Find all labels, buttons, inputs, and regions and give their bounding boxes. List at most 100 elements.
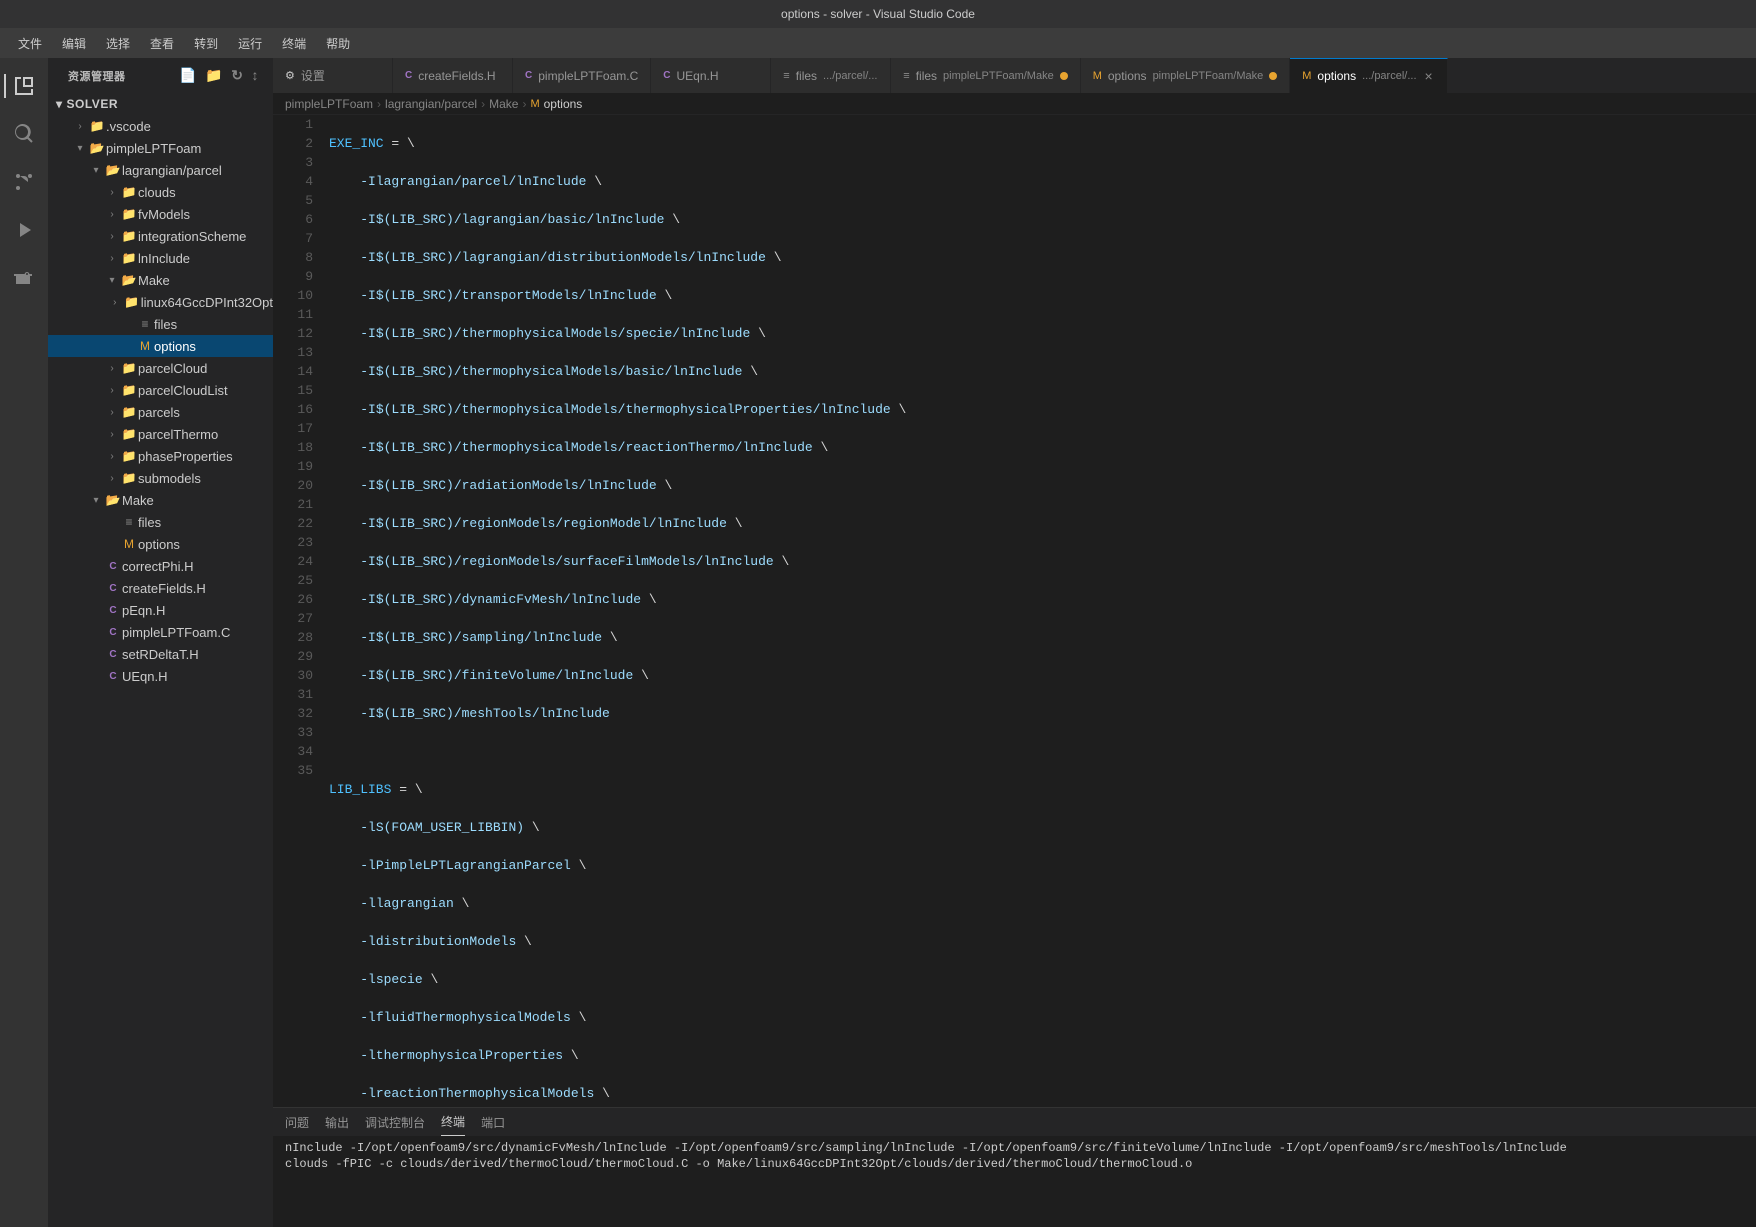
breadcrumb-options[interactable]: options xyxy=(544,97,583,111)
panel-tab-problems[interactable]: 问题 xyxy=(285,1108,309,1136)
tree-item-pimpleLPTFoamC[interactable]: C pimpleLPTFoam.C xyxy=(48,621,273,643)
tree-item-make-solver[interactable]: ▾ 📂 Make xyxy=(48,489,273,511)
tab-createFields-label: createFields.H xyxy=(418,69,495,83)
panel-tab-terminal[interactable]: 终端 xyxy=(441,1108,465,1136)
title-text: options - solver - Visual Studio Code xyxy=(781,7,975,21)
refresh-icon[interactable]: ↻ xyxy=(229,65,245,86)
menu-help[interactable]: 帮助 xyxy=(318,31,358,56)
tree-item-files-solver[interactable]: ≡ files xyxy=(48,511,273,533)
options-parcel-icon: M xyxy=(136,339,154,353)
menu-select[interactable]: 选择 xyxy=(98,31,138,56)
tree-item-fvModels[interactable]: › 📁 fvModels xyxy=(48,203,273,225)
createFields-tab-icon: C xyxy=(405,70,412,81)
menu-file[interactable]: 文件 xyxy=(10,31,50,56)
linux64-arrow-icon: › xyxy=(107,297,123,308)
tree-item-pEqn[interactable]: C pEqn.H xyxy=(48,599,273,621)
tree-item-setRDeltaT[interactable]: C setRDeltaT.H xyxy=(48,643,273,665)
collapse-icon[interactable]: ↕ xyxy=(250,65,262,86)
tree-item-clouds[interactable]: › 📁 clouds xyxy=(48,181,273,203)
tree-item-make-parcel[interactable]: ▾ 📂 Make xyxy=(48,269,273,291)
parcelCloud-folder-icon: 📁 xyxy=(120,361,138,375)
breadcrumb-pimpleLPTFoam[interactable]: pimpleLPTFoam xyxy=(285,97,373,111)
tree-item-UEqn[interactable]: C UEqn.H xyxy=(48,665,273,687)
menu-edit[interactable]: 编辑 xyxy=(54,31,94,56)
tab-UEqn[interactable]: C UEqn.H xyxy=(651,58,771,93)
sidebar: 资源管理器 📄 📁 ↻ ↕ ▾ SOLVER › 📁 .vscode xyxy=(48,58,273,1227)
ln-12: 12 xyxy=(273,324,313,343)
tree-item-pimpleLPTFoam[interactable]: ▾ 📂 pimpleLPTFoam xyxy=(48,137,273,159)
panel-tab-debug[interactable]: 调试控制台 xyxy=(365,1108,425,1136)
panel-tabs: 问题 输出 调试控制台 终端 端口 xyxy=(273,1108,1756,1136)
menu-terminal[interactable]: 终端 xyxy=(274,31,314,56)
ln-3: 3 xyxy=(273,153,313,172)
tree-item-correctPhi[interactable]: C correctPhi.H xyxy=(48,555,273,577)
line-numbers: 1 2 3 4 5 6 7 8 9 10 11 12 13 14 15 16 1… xyxy=(273,115,321,1107)
tree-item-lagrangian[interactable]: ▾ 📂 lagrangian/parcel xyxy=(48,159,273,181)
ln-23: 23 xyxy=(273,533,313,552)
tab-files-solver-label: files xyxy=(916,69,937,83)
code-line-8: -I$(LIB_SRC)/thermophysicalModels/thermo… xyxy=(329,400,1756,419)
solver-label: SOLVER xyxy=(67,97,118,111)
tree-item-parcelThermo[interactable]: › 📁 parcelThermo xyxy=(48,423,273,445)
tree-item-createFields[interactable]: C createFields.H xyxy=(48,577,273,599)
tree-item-options-parcel[interactable]: M options xyxy=(48,335,273,357)
new-file-icon[interactable]: 📄 xyxy=(177,65,199,86)
tab-options-solver-modified-dot xyxy=(1269,72,1277,80)
menu-run[interactable]: 运行 xyxy=(230,31,270,56)
ln-2: 2 xyxy=(273,134,313,153)
parcelThermo-folder-icon: 📁 xyxy=(120,427,138,441)
code-editor[interactable]: 1 2 3 4 5 6 7 8 9 10 11 12 13 14 15 16 1… xyxy=(273,115,1756,1107)
linux64-folder-icon: 📁 xyxy=(123,295,141,309)
terminal-content[interactable]: nInclude -I/opt/openfoam9/src/dynamicFvM… xyxy=(273,1136,1756,1227)
code-content[interactable]: EXE_INC = \ -Ilagrangian/parcel/lnInclud… xyxy=(321,115,1756,1107)
explorer-activity-icon[interactable] xyxy=(4,66,44,106)
solver-section-header[interactable]: ▾ SOLVER xyxy=(48,93,273,115)
activity-bar xyxy=(0,58,48,1227)
pimpleLPTFoam-arrow-icon: ▾ xyxy=(72,143,88,154)
pimpleLPTFoam-folder-icon: 📂 xyxy=(88,141,106,155)
search-activity-icon[interactable] xyxy=(4,114,44,154)
tree-item-files-parcel[interactable]: ≡ files xyxy=(48,313,273,335)
tab-files-parcel[interactable]: ≡ files .../parcel/... xyxy=(771,58,891,93)
ln-11: 11 xyxy=(273,305,313,324)
tab-createFields[interactable]: C createFields.H xyxy=(393,58,513,93)
tree-item-parcelCloud[interactable]: › 📁 parcelCloud xyxy=(48,357,273,379)
tab-settings[interactable]: ⚙ 设置 xyxy=(273,58,393,93)
breadcrumb-lagrangian[interactable]: lagrangian/parcel xyxy=(385,97,477,111)
tab-UEqn-label: UEqn.H xyxy=(677,69,719,83)
ln-9: 9 xyxy=(273,267,313,286)
parcelCloudList-arrow-icon: › xyxy=(104,385,120,396)
tree-item-parcelCloudList[interactable]: › 📁 parcelCloudList xyxy=(48,379,273,401)
tab-pimpleLPTFoamC[interactable]: C pimpleLPTFoam.C xyxy=(513,58,651,93)
ln-21: 21 xyxy=(273,495,313,514)
tab-files-solver[interactable]: ≡ files pimpleLPTFoam/Make xyxy=(891,58,1080,93)
menu-goto[interactable]: 转到 xyxy=(186,31,226,56)
run-activity-icon[interactable] xyxy=(4,210,44,250)
ln-13: 13 xyxy=(273,343,313,362)
tree-item-lnInclude[interactable]: › 📁 lnInclude xyxy=(48,247,273,269)
correctPhi-icon: C xyxy=(104,561,122,572)
tree-item-options-solver[interactable]: M options xyxy=(48,533,273,555)
terminal-line-2: clouds -fPIC -c clouds/derived/thermoClo… xyxy=(285,1156,1744,1172)
tab-options-parcel[interactable]: M options .../parcel/... × xyxy=(1290,58,1447,93)
ln-6: 6 xyxy=(273,210,313,229)
lagrangian-folder-icon: 📂 xyxy=(104,163,122,177)
menu-view[interactable]: 查看 xyxy=(142,31,182,56)
panel-tab-ports[interactable]: 端口 xyxy=(481,1108,505,1136)
tab-options-parcel-close[interactable]: × xyxy=(1423,68,1435,84)
tree-item-submodels[interactable]: › 📁 submodels xyxy=(48,467,273,489)
breadcrumb-make[interactable]: Make xyxy=(489,97,518,111)
tree-item-vscode[interactable]: › 📁 .vscode xyxy=(48,115,273,137)
new-folder-icon[interactable]: 📁 xyxy=(203,65,225,86)
tree-item-phaseProperties[interactable]: › 📁 phaseProperties xyxy=(48,445,273,467)
tree-item-linux64[interactable]: › 📁 linux64GccDPInt32Opt xyxy=(48,291,273,313)
tab-files-solver-path: pimpleLPTFoam/Make xyxy=(943,70,1054,82)
sidebar-header-icons: 📄 📁 ↻ ↕ xyxy=(177,65,261,86)
source-control-activity-icon[interactable] xyxy=(4,162,44,202)
breadcrumb-options-icon: M xyxy=(530,98,539,110)
extensions-activity-icon[interactable] xyxy=(4,258,44,298)
tab-options-solver[interactable]: M options pimpleLPTFoam/Make xyxy=(1081,58,1291,93)
tree-item-integrationScheme[interactable]: › 📁 integrationScheme xyxy=(48,225,273,247)
panel-tab-output[interactable]: 输出 xyxy=(325,1108,349,1136)
tree-item-parcels[interactable]: › 📁 parcels xyxy=(48,401,273,423)
